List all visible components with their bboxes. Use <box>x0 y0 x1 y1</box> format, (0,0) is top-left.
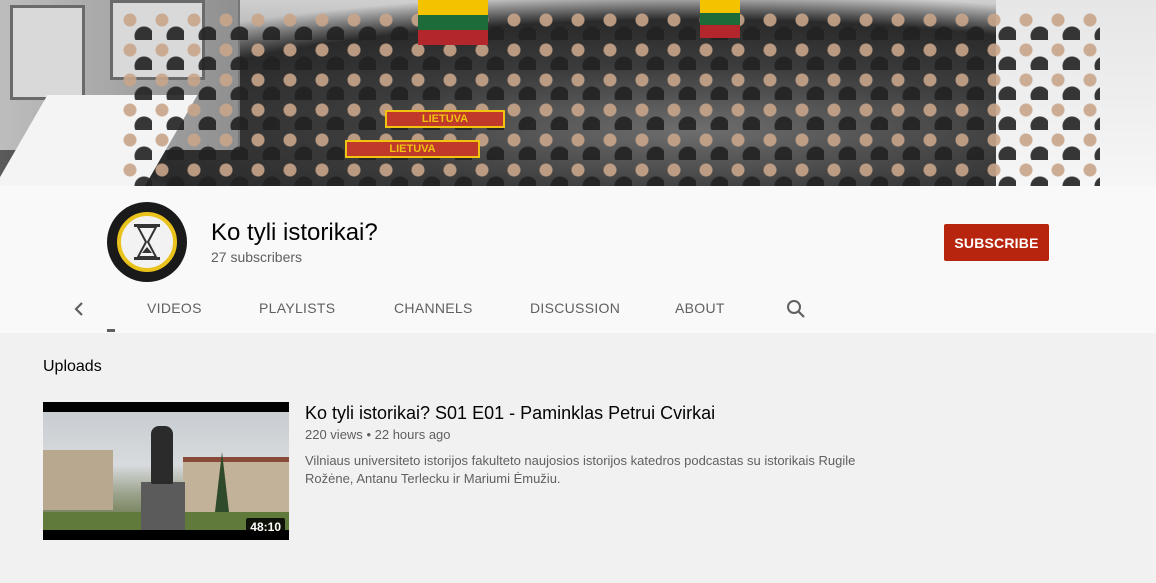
video-description: Vilniaus universiteto istorijos fakultet… <box>305 453 856 486</box>
video-views: 220 views <box>305 427 363 442</box>
channel-avatar[interactable] <box>107 202 187 282</box>
banner-flag <box>418 0 488 45</box>
video-title[interactable]: Ko tyli istorikai? S01 E01 - Paminklas P… <box>305 403 715 424</box>
channel-name: Ko tyli istorikai? <box>211 219 378 246</box>
video-meta: 220 views • 22 hours ago <box>305 427 451 442</box>
subscribe-button[interactable]: SUBSCRIBE <box>944 224 1049 261</box>
banner-window <box>10 5 85 100</box>
subscriber-count: 27 subscribers <box>211 249 303 265</box>
tab-playlists[interactable]: PLAYLISTS <box>259 300 335 316</box>
uploads-heading[interactable]: Uploads <box>43 358 102 376</box>
tab-channels[interactable]: CHANNELS <box>394 300 473 316</box>
active-tab-indicator <box>107 329 115 332</box>
channel-banner: LIETUVA LIETUVA <box>0 0 1156 186</box>
tab-videos[interactable]: VIDEOS <box>147 300 202 316</box>
hourglass-logo-icon <box>117 212 177 272</box>
banner-scarf: LIETUVA <box>345 140 480 158</box>
tab-about[interactable]: ABOUT <box>675 300 725 316</box>
banner-scarf: LIETUVA <box>385 110 505 128</box>
chevron-left-icon[interactable] <box>70 298 88 320</box>
tab-discussion[interactable]: DISCUSSION <box>530 300 620 316</box>
video-duration: 48:10 <box>246 518 285 536</box>
banner-flag <box>700 0 740 38</box>
video-thumbnail[interactable]: 48:10 <box>43 402 289 540</box>
search-icon[interactable] <box>784 297 808 321</box>
video-age: 22 hours ago <box>374 427 451 442</box>
meta-separator: • <box>366 427 371 442</box>
banner-crowd <box>120 10 1100 186</box>
